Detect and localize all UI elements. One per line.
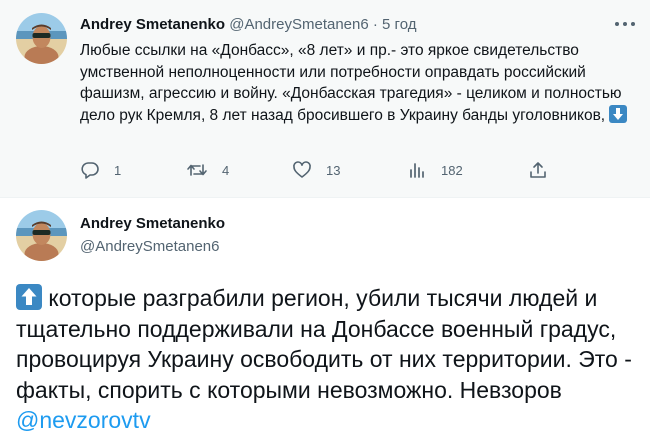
tweet-text: которые разграбили регион, убили тысячи … <box>16 283 642 436</box>
like-icon <box>292 160 312 180</box>
author-name[interactable]: Andrey Smetanenko <box>80 215 225 233</box>
author-handle[interactable]: @AndreySmetanen6 <box>80 238 219 256</box>
up-arrow-emoji-icon <box>16 284 42 310</box>
retweet-count: 4 <box>222 162 230 178</box>
views-button[interactable]: 182 <box>407 160 463 180</box>
author-handle[interactable]: @AndreySmetanen6 <box>229 16 368 33</box>
mention-link[interactable]: @nevzorovtv <box>16 407 151 433</box>
views-icon <box>407 160 427 180</box>
retweet-icon <box>186 160 208 180</box>
tweet-text-content: которые разграбили регион, убили тысячи … <box>16 285 632 403</box>
author-name[interactable]: Andrey Smetanenko <box>80 16 225 33</box>
more-icon[interactable] <box>612 14 638 34</box>
avatar[interactable] <box>16 13 67 64</box>
timestamp[interactable]: 5 год <box>382 16 416 33</box>
reply-button[interactable]: 1 <box>80 160 121 180</box>
tweet-text: Любые ссылки на «Донбасс», «8 лет» и пр.… <box>80 40 636 126</box>
like-count: 13 <box>326 162 341 178</box>
retweet-button[interactable]: 4 <box>186 160 229 180</box>
tweet-actions: 1 4 13 182 <box>80 160 560 186</box>
down-arrow-emoji-icon <box>609 104 628 123</box>
reply-count: 1 <box>114 162 122 178</box>
tweet-text-content: Любые ссылки на «Донбасс», «8 лет» и пр.… <box>80 42 622 124</box>
parent-tweet[interactable]: Andrey Smetanenko @AndreySmetanen6 · 5 г… <box>0 0 650 198</box>
separator-dot: · <box>372 16 378 33</box>
share-button[interactable] <box>528 160 548 180</box>
share-icon <box>528 160 548 180</box>
tweet-header: Andrey Smetanenko @AndreySmetanen6 · 5 г… <box>80 16 416 34</box>
avatar[interactable] <box>16 210 67 261</box>
reply-icon <box>80 160 100 180</box>
like-button[interactable]: 13 <box>292 160 340 180</box>
views-count: 182 <box>441 162 463 178</box>
